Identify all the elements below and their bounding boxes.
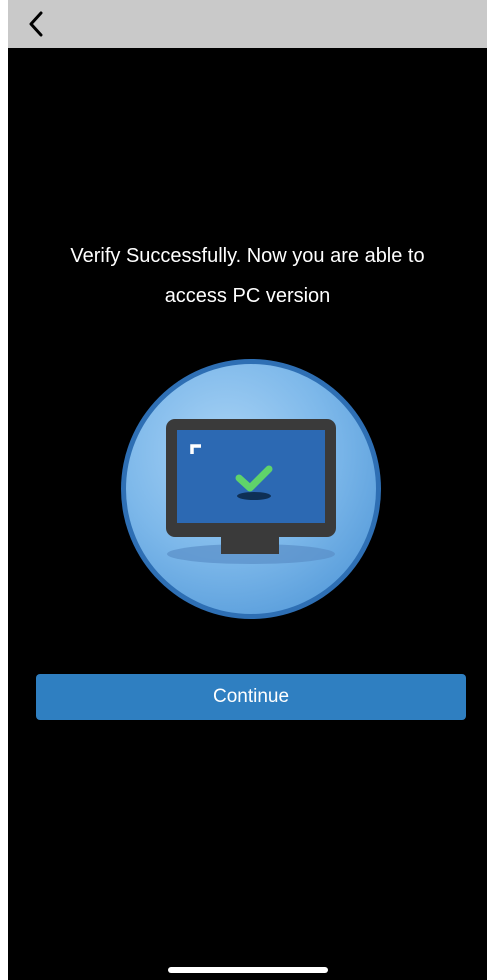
back-button[interactable]: [18, 6, 54, 42]
success-message-line-1: Verify Successfully. Now you are able to: [70, 245, 425, 267]
monitor-checkmark-icon: [121, 359, 381, 619]
verify-success-screen: Verify Successfully. Now you are able to…: [8, 0, 487, 980]
success-message-line-2: access PC version: [164, 285, 331, 307]
home-indicator[interactable]: [168, 967, 328, 973]
chevron-left-icon: [29, 11, 43, 37]
continue-button[interactable]: Continue: [36, 674, 466, 720]
navigation-bar: [8, 0, 487, 48]
verified-pc-illustration: [118, 356, 384, 622]
success-message: Verify Successfully. Now you are able to…: [18, 236, 477, 316]
